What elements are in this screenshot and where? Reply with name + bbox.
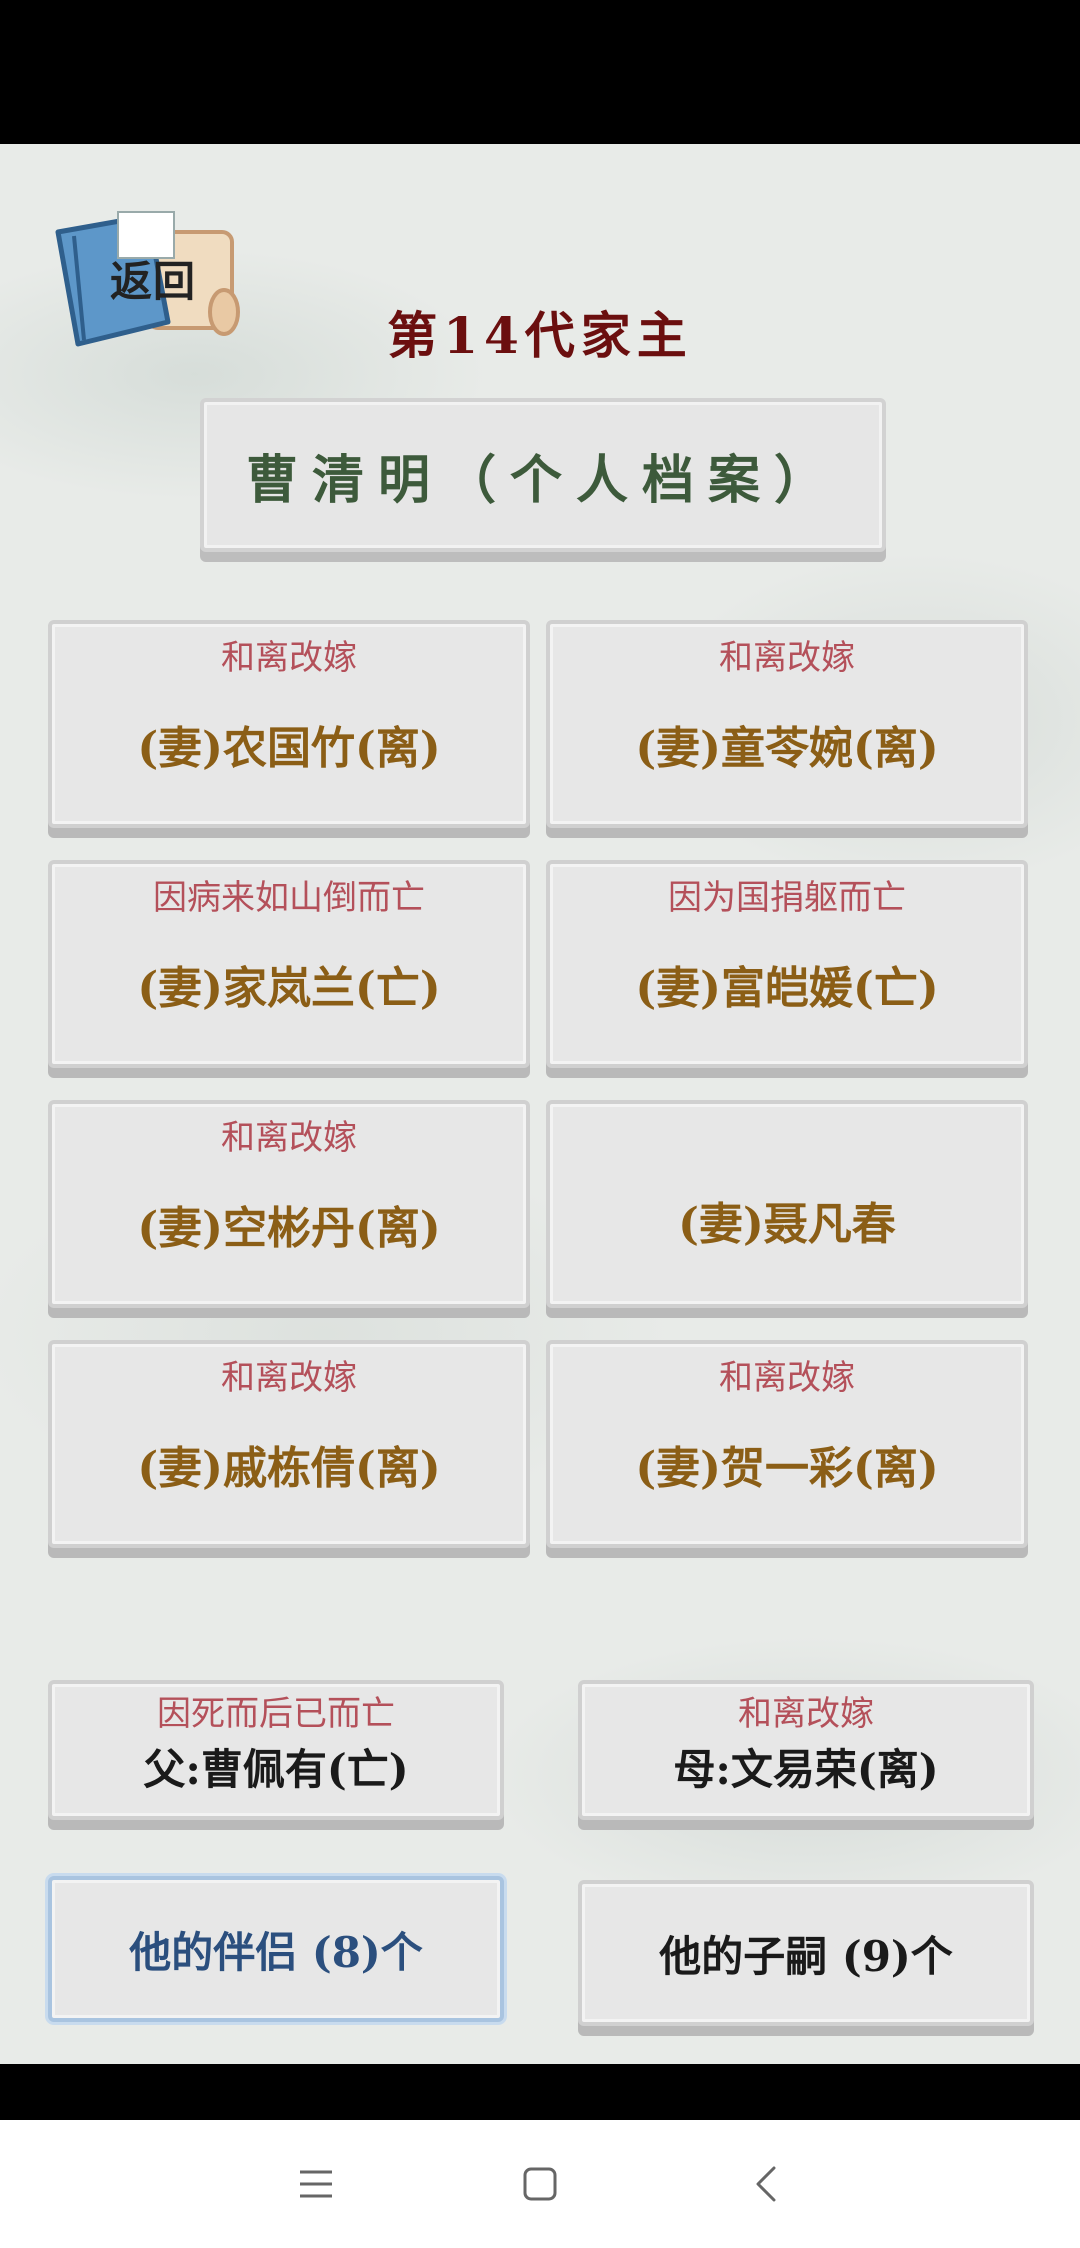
status-bar (0, 0, 1080, 144)
home-icon (523, 2167, 557, 2201)
spouse-status: 和离改嫁 (221, 1118, 357, 1158)
spouse-name: (妻)贺一彩(离) (635, 1443, 939, 1494)
menu-button[interactable] (284, 2152, 348, 2216)
spouse-name: (妻)家岚兰(亡) (137, 963, 441, 1014)
tab-children[interactable]: 他的子嗣 (9)个 (578, 1880, 1034, 2026)
spouse-card[interactable]: 和离改嫁 (妻)童苓婉(离) (546, 620, 1028, 828)
spouse-name: (妻)童苓婉(离) (635, 723, 939, 774)
profile-title: 曹清明（个人档案） (245, 449, 840, 511)
generation-title: 第14代家主 (387, 306, 693, 365)
back-arrow-icon (756, 2166, 776, 2202)
back-nav-button[interactable] (734, 2152, 798, 2216)
spouse-status: 和离改嫁 (719, 1358, 855, 1398)
spouse-status: 和离改嫁 (221, 638, 357, 678)
spouse-name: (妻)空彬丹(离) (137, 1203, 441, 1254)
spouse-card[interactable]: 和离改嫁 (妻)戚栋倩(离) (48, 1340, 530, 1548)
father-card[interactable]: 因死而后已而亡 父:曹佩有(亡) (48, 1680, 504, 1820)
spouse-card[interactable]: 因病来如山倒而亡 (妻)家岚兰(亡) (48, 860, 530, 1068)
spouse-card[interactable]: (妻)聂凡春 (546, 1100, 1028, 1308)
spouse-card[interactable]: 和离改嫁 (妻)农国竹(离) (48, 620, 530, 828)
family-profile-screen: 返回 第14代家主 曹清明（个人档案） 和离改嫁 (妻)农国竹(离) 和离改嫁 … (0, 144, 1080, 2064)
father-status: 因死而后已而亡 (157, 1694, 395, 1734)
spouse-name: (妻)农国竹(离) (137, 723, 441, 774)
mother-card[interactable]: 和离改嫁 母:文易荣(离) (578, 1680, 1034, 1820)
spouse-name: (妻)戚栋倩(离) (137, 1443, 441, 1494)
spouse-card[interactable]: 和离改嫁 (妻)空彬丹(离) (48, 1100, 530, 1308)
spouse-status: 和离改嫁 (719, 638, 855, 678)
home-button[interactable] (508, 2152, 572, 2216)
spouse-card[interactable]: 因为国捐躯而亡 (妻)富皑媛(亡) (546, 860, 1028, 1068)
mother-status: 和离改嫁 (738, 1694, 874, 1734)
profile-banner: 曹清明（个人档案） (200, 398, 886, 552)
spouse-name: (妻)富皑媛(亡) (635, 963, 939, 1014)
tab-partners[interactable]: 他的伴侣 (8)个 (48, 1876, 504, 2022)
spouse-name: (妻)聂凡春 (678, 1199, 896, 1250)
spouse-status: 因为国捐躯而亡 (668, 878, 906, 918)
father-name: 父:曹佩有(亡) (143, 1745, 409, 1794)
mother-name: 母:文易荣(离) (673, 1745, 939, 1794)
menu-icon (300, 2170, 332, 2198)
system-nav-bar (0, 2120, 1080, 2248)
bottom-strip (0, 2064, 1080, 2120)
spouse-status: 因病来如山倒而亡 (153, 878, 425, 918)
spouse-card[interactable]: 和离改嫁 (妻)贺一彩(离) (546, 1340, 1028, 1548)
spouse-status: 和离改嫁 (221, 1358, 357, 1398)
